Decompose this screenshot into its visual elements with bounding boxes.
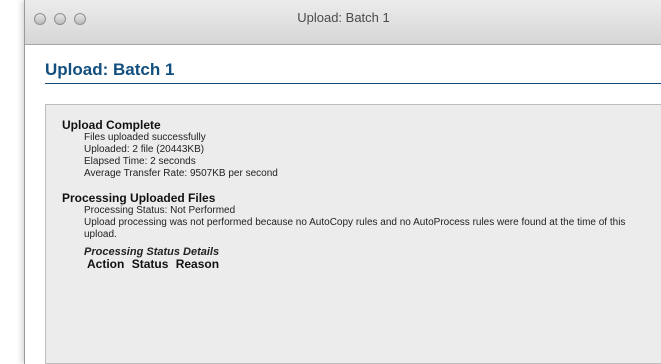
- upload-complete-heading: Upload Complete: [62, 118, 161, 132]
- column-header-action: Action: [87, 257, 125, 271]
- column-header-reason: Reason: [175, 257, 220, 271]
- column-header-status: Status: [131, 257, 169, 271]
- window: Upload: Batch 1 Upload: Batch 1 Upload C…: [24, 0, 661, 364]
- uploaded-files-line: Uploaded: 2 file (20443KB): [84, 144, 205, 155]
- transfer-rate-line: Average Transfer Rate: 9507KB per second: [84, 168, 278, 179]
- window-title: Upload: Batch 1: [297, 10, 390, 25]
- processing-status-line: Processing Status: Not Performed: [84, 205, 236, 216]
- upload-status-panel: Upload Complete Files uploaded successfu…: [45, 104, 661, 364]
- page-title: Upload: Batch 1: [45, 60, 175, 79]
- title-bar: Upload: Batch 1: [25, 0, 661, 45]
- processing-heading: Processing Uploaded Files: [62, 191, 216, 205]
- processing-details-header: Action Status Reason: [62, 258, 661, 271]
- upload-status-line: Files uploaded successfully: [84, 132, 206, 143]
- elapsed-time-line: Elapsed Time: 2 seconds: [84, 156, 196, 167]
- processing-message: Upload processing was not performed beca…: [84, 217, 626, 240]
- title-divider: [45, 83, 661, 84]
